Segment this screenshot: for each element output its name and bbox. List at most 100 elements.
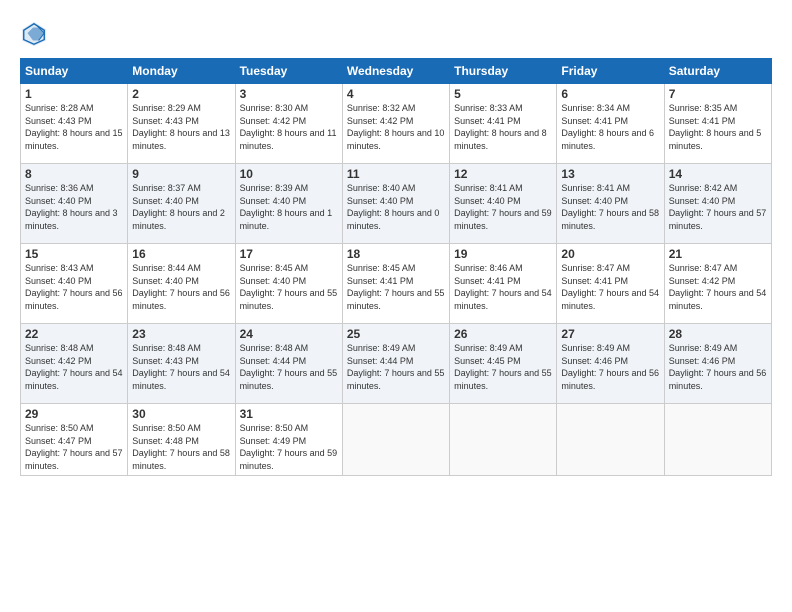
day-number: 18 (347, 247, 445, 261)
day-info: Sunrise: 8:48 AMSunset: 4:43 PMDaylight:… (132, 342, 230, 392)
calendar-cell: 14Sunrise: 8:42 AMSunset: 4:40 PMDayligh… (664, 164, 771, 244)
calendar-cell (342, 404, 449, 476)
calendar-cell: 17Sunrise: 8:45 AMSunset: 4:40 PMDayligh… (235, 244, 342, 324)
calendar-cell: 23Sunrise: 8:48 AMSunset: 4:43 PMDayligh… (128, 324, 235, 404)
calendar-header-friday: Friday (557, 59, 664, 84)
day-number: 27 (561, 327, 659, 341)
day-info: Sunrise: 8:50 AMSunset: 4:47 PMDaylight:… (25, 422, 123, 472)
calendar-week-2: 8Sunrise: 8:36 AMSunset: 4:40 PMDaylight… (21, 164, 772, 244)
day-number: 5 (454, 87, 552, 101)
day-number: 10 (240, 167, 338, 181)
day-info: Sunrise: 8:41 AMSunset: 4:40 PMDaylight:… (561, 182, 659, 232)
calendar-cell: 9Sunrise: 8:37 AMSunset: 4:40 PMDaylight… (128, 164, 235, 244)
day-number: 11 (347, 167, 445, 181)
day-info: Sunrise: 8:47 AMSunset: 4:42 PMDaylight:… (669, 262, 767, 312)
day-number: 4 (347, 87, 445, 101)
day-info: Sunrise: 8:28 AMSunset: 4:43 PMDaylight:… (25, 102, 123, 152)
calendar-cell: 11Sunrise: 8:40 AMSunset: 4:40 PMDayligh… (342, 164, 449, 244)
day-number: 6 (561, 87, 659, 101)
day-number: 7 (669, 87, 767, 101)
day-number: 25 (347, 327, 445, 341)
calendar-cell: 27Sunrise: 8:49 AMSunset: 4:46 PMDayligh… (557, 324, 664, 404)
day-info: Sunrise: 8:34 AMSunset: 4:41 PMDaylight:… (561, 102, 659, 152)
day-info: Sunrise: 8:49 AMSunset: 4:45 PMDaylight:… (454, 342, 552, 392)
calendar-cell: 8Sunrise: 8:36 AMSunset: 4:40 PMDaylight… (21, 164, 128, 244)
calendar-cell: 6Sunrise: 8:34 AMSunset: 4:41 PMDaylight… (557, 84, 664, 164)
day-info: Sunrise: 8:35 AMSunset: 4:41 PMDaylight:… (669, 102, 767, 152)
day-info: Sunrise: 8:43 AMSunset: 4:40 PMDaylight:… (25, 262, 123, 312)
calendar-header-sunday: Sunday (21, 59, 128, 84)
day-number: 28 (669, 327, 767, 341)
day-number: 23 (132, 327, 230, 341)
day-number: 8 (25, 167, 123, 181)
day-number: 17 (240, 247, 338, 261)
day-info: Sunrise: 8:50 AMSunset: 4:49 PMDaylight:… (240, 422, 338, 472)
calendar-header-row: SundayMondayTuesdayWednesdayThursdayFrid… (21, 59, 772, 84)
day-number: 24 (240, 327, 338, 341)
calendar-cell: 3Sunrise: 8:30 AMSunset: 4:42 PMDaylight… (235, 84, 342, 164)
day-number: 13 (561, 167, 659, 181)
day-info: Sunrise: 8:45 AMSunset: 4:41 PMDaylight:… (347, 262, 445, 312)
calendar-cell: 19Sunrise: 8:46 AMSunset: 4:41 PMDayligh… (450, 244, 557, 324)
calendar-header-thursday: Thursday (450, 59, 557, 84)
day-info: Sunrise: 8:29 AMSunset: 4:43 PMDaylight:… (132, 102, 230, 152)
calendar-cell: 12Sunrise: 8:41 AMSunset: 4:40 PMDayligh… (450, 164, 557, 244)
day-number: 26 (454, 327, 552, 341)
header (20, 20, 772, 48)
calendar-cell: 24Sunrise: 8:48 AMSunset: 4:44 PMDayligh… (235, 324, 342, 404)
calendar-cell: 10Sunrise: 8:39 AMSunset: 4:40 PMDayligh… (235, 164, 342, 244)
day-number: 3 (240, 87, 338, 101)
day-number: 19 (454, 247, 552, 261)
calendar-cell: 5Sunrise: 8:33 AMSunset: 4:41 PMDaylight… (450, 84, 557, 164)
day-number: 9 (132, 167, 230, 181)
calendar-cell: 31Sunrise: 8:50 AMSunset: 4:49 PMDayligh… (235, 404, 342, 476)
day-info: Sunrise: 8:46 AMSunset: 4:41 PMDaylight:… (454, 262, 552, 312)
day-info: Sunrise: 8:48 AMSunset: 4:44 PMDaylight:… (240, 342, 338, 392)
calendar-cell (450, 404, 557, 476)
calendar-cell: 25Sunrise: 8:49 AMSunset: 4:44 PMDayligh… (342, 324, 449, 404)
day-info: Sunrise: 8:44 AMSunset: 4:40 PMDaylight:… (132, 262, 230, 312)
calendar-cell: 13Sunrise: 8:41 AMSunset: 4:40 PMDayligh… (557, 164, 664, 244)
day-info: Sunrise: 8:37 AMSunset: 4:40 PMDaylight:… (132, 182, 230, 232)
day-info: Sunrise: 8:40 AMSunset: 4:40 PMDaylight:… (347, 182, 445, 232)
logo-icon (20, 20, 48, 48)
day-number: 14 (669, 167, 767, 181)
day-number: 31 (240, 407, 338, 421)
calendar-header-tuesday: Tuesday (235, 59, 342, 84)
calendar-week-4: 22Sunrise: 8:48 AMSunset: 4:42 PMDayligh… (21, 324, 772, 404)
day-number: 22 (25, 327, 123, 341)
calendar-cell: 22Sunrise: 8:48 AMSunset: 4:42 PMDayligh… (21, 324, 128, 404)
calendar-cell: 4Sunrise: 8:32 AMSunset: 4:42 PMDaylight… (342, 84, 449, 164)
day-number: 20 (561, 247, 659, 261)
calendar-week-3: 15Sunrise: 8:43 AMSunset: 4:40 PMDayligh… (21, 244, 772, 324)
calendar-cell: 7Sunrise: 8:35 AMSunset: 4:41 PMDaylight… (664, 84, 771, 164)
day-info: Sunrise: 8:32 AMSunset: 4:42 PMDaylight:… (347, 102, 445, 152)
calendar-cell: 30Sunrise: 8:50 AMSunset: 4:48 PMDayligh… (128, 404, 235, 476)
day-number: 2 (132, 87, 230, 101)
calendar-cell: 21Sunrise: 8:47 AMSunset: 4:42 PMDayligh… (664, 244, 771, 324)
day-info: Sunrise: 8:42 AMSunset: 4:40 PMDaylight:… (669, 182, 767, 232)
calendar-table: SundayMondayTuesdayWednesdayThursdayFrid… (20, 58, 772, 476)
calendar-week-5: 29Sunrise: 8:50 AMSunset: 4:47 PMDayligh… (21, 404, 772, 476)
day-info: Sunrise: 8:33 AMSunset: 4:41 PMDaylight:… (454, 102, 552, 152)
calendar-header-monday: Monday (128, 59, 235, 84)
day-number: 15 (25, 247, 123, 261)
calendar-cell: 28Sunrise: 8:49 AMSunset: 4:46 PMDayligh… (664, 324, 771, 404)
calendar-cell (664, 404, 771, 476)
calendar-header-saturday: Saturday (664, 59, 771, 84)
calendar-week-1: 1Sunrise: 8:28 AMSunset: 4:43 PMDaylight… (21, 84, 772, 164)
day-number: 12 (454, 167, 552, 181)
page: SundayMondayTuesdayWednesdayThursdayFrid… (0, 0, 792, 612)
day-number: 21 (669, 247, 767, 261)
day-number: 1 (25, 87, 123, 101)
day-info: Sunrise: 8:47 AMSunset: 4:41 PMDaylight:… (561, 262, 659, 312)
day-info: Sunrise: 8:50 AMSunset: 4:48 PMDaylight:… (132, 422, 230, 472)
calendar-cell: 15Sunrise: 8:43 AMSunset: 4:40 PMDayligh… (21, 244, 128, 324)
calendar-cell: 1Sunrise: 8:28 AMSunset: 4:43 PMDaylight… (21, 84, 128, 164)
day-number: 30 (132, 407, 230, 421)
calendar-cell: 26Sunrise: 8:49 AMSunset: 4:45 PMDayligh… (450, 324, 557, 404)
calendar-cell: 20Sunrise: 8:47 AMSunset: 4:41 PMDayligh… (557, 244, 664, 324)
day-info: Sunrise: 8:49 AMSunset: 4:44 PMDaylight:… (347, 342, 445, 392)
day-info: Sunrise: 8:49 AMSunset: 4:46 PMDaylight:… (669, 342, 767, 392)
day-info: Sunrise: 8:36 AMSunset: 4:40 PMDaylight:… (25, 182, 123, 232)
